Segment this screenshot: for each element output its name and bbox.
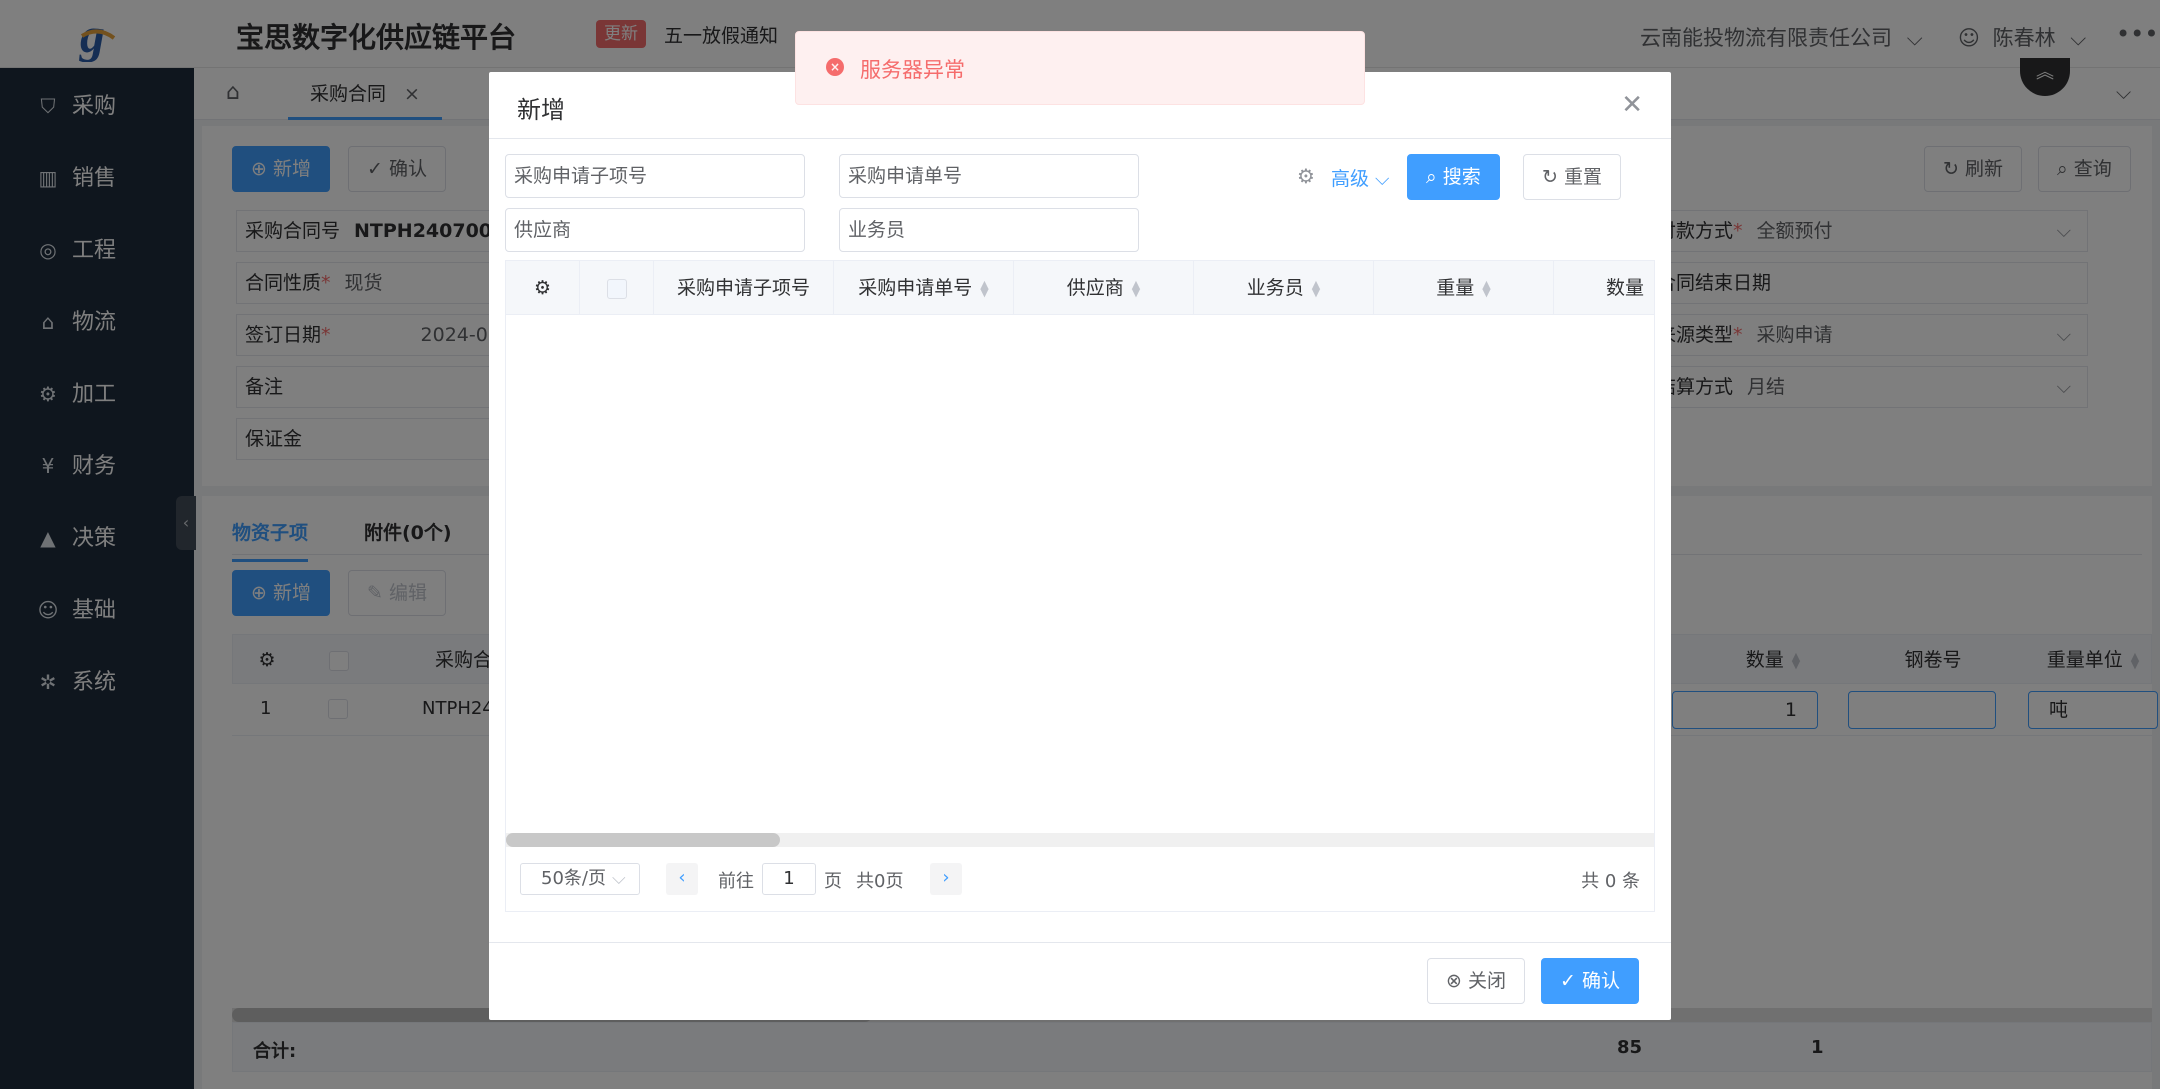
prev-page-button[interactable]: ‹ [666,863,698,895]
footer-divider [489,942,1671,943]
page-unit: 页 [824,871,842,892]
dialog-confirm-button[interactable]: ✓ 确认 [1541,958,1639,1004]
request-table: ⚙ 采购申请子项号 采购申请单号 ▲ ▼ 供应商 ▲ ▼ 业务员 ▲ ▼ 重量 ▲ ▼ 数量 5… [505,260,1655,912]
total-items: 共 0 条 [1581,871,1640,892]
settings-icon[interactable]: ⚙ [506,261,580,315]
select-all-checkbox[interactable] [580,261,654,315]
col-qty[interactable]: 数量 [1554,261,1654,315]
search-icon: ⌕ [1426,166,1443,188]
sub-item-no-input[interactable]: 采购申请子项号 [505,154,805,198]
error-icon: × [826,58,844,76]
scrollbar-thumb[interactable] [506,833,780,847]
advanced-toggle[interactable]: 高级 ⌵ [1331,164,1389,191]
page-size-select[interactable]: 50条/页 ⌵ [520,863,640,895]
close-icon[interactable]: ✕ [1621,90,1643,120]
col-sub-item-no[interactable]: 采购申请子项号 [654,261,834,315]
close-circle-icon: ⊗ [1446,970,1468,992]
dialog-divider [489,138,1671,139]
search-button[interactable]: ⌕ 搜索 [1407,154,1500,200]
request-no-input[interactable]: 采购申请单号 [839,154,1139,198]
request-table-header: ⚙ 采购申请子项号 采购申请单号 ▲ ▼ 供应商 ▲ ▼ 业务员 ▲ ▼ 重量 ▲ ▼ 数量 [506,261,1654,315]
reset-button[interactable]: ↻ 重置 [1523,154,1621,200]
table-scrollbar[interactable] [506,833,1654,847]
settings-icon[interactable]: ⚙ [1297,164,1315,188]
error-toast: × 服务器异常 [795,31,1365,105]
dialog-title: 新增 [517,96,565,124]
pagination: 50条/页 ⌵ ‹ 前往 1 页 共0页 › 共 0 条 [506,847,1654,911]
col-weight[interactable]: 重量 ▲ ▼ [1374,261,1554,315]
check-icon: ✓ [1560,970,1582,992]
chevron-down-icon: ⌵ [1375,168,1390,190]
salesman-input[interactable]: 业务员 [839,208,1139,252]
col-supplier[interactable]: 供应商 ▲ ▼ [1014,261,1194,315]
toast-message: 服务器异常 [860,58,965,82]
refresh-icon: ↻ [1542,166,1564,188]
supplier-input[interactable]: 供应商 [505,208,805,252]
page-input[interactable]: 1 [762,863,816,895]
next-page-button[interactable]: › [930,863,962,895]
goto-label: 前往 [718,871,754,892]
dialog-close-button[interactable]: ⊗ 关闭 [1427,958,1525,1004]
col-salesman[interactable]: 业务员 ▲ ▼ [1194,261,1374,315]
total-pages: 共0页 [856,871,904,892]
chevron-down-icon: ⌵ [611,868,626,889]
col-request-no[interactable]: 采购申请单号 ▲ ▼ [834,261,1014,315]
add-dialog: 新增 ✕ 采购申请子项号 采购申请单号 供应商 业务员 ⚙ 高级 ⌵ ⌕ 搜索 ↻… [489,72,1671,1020]
